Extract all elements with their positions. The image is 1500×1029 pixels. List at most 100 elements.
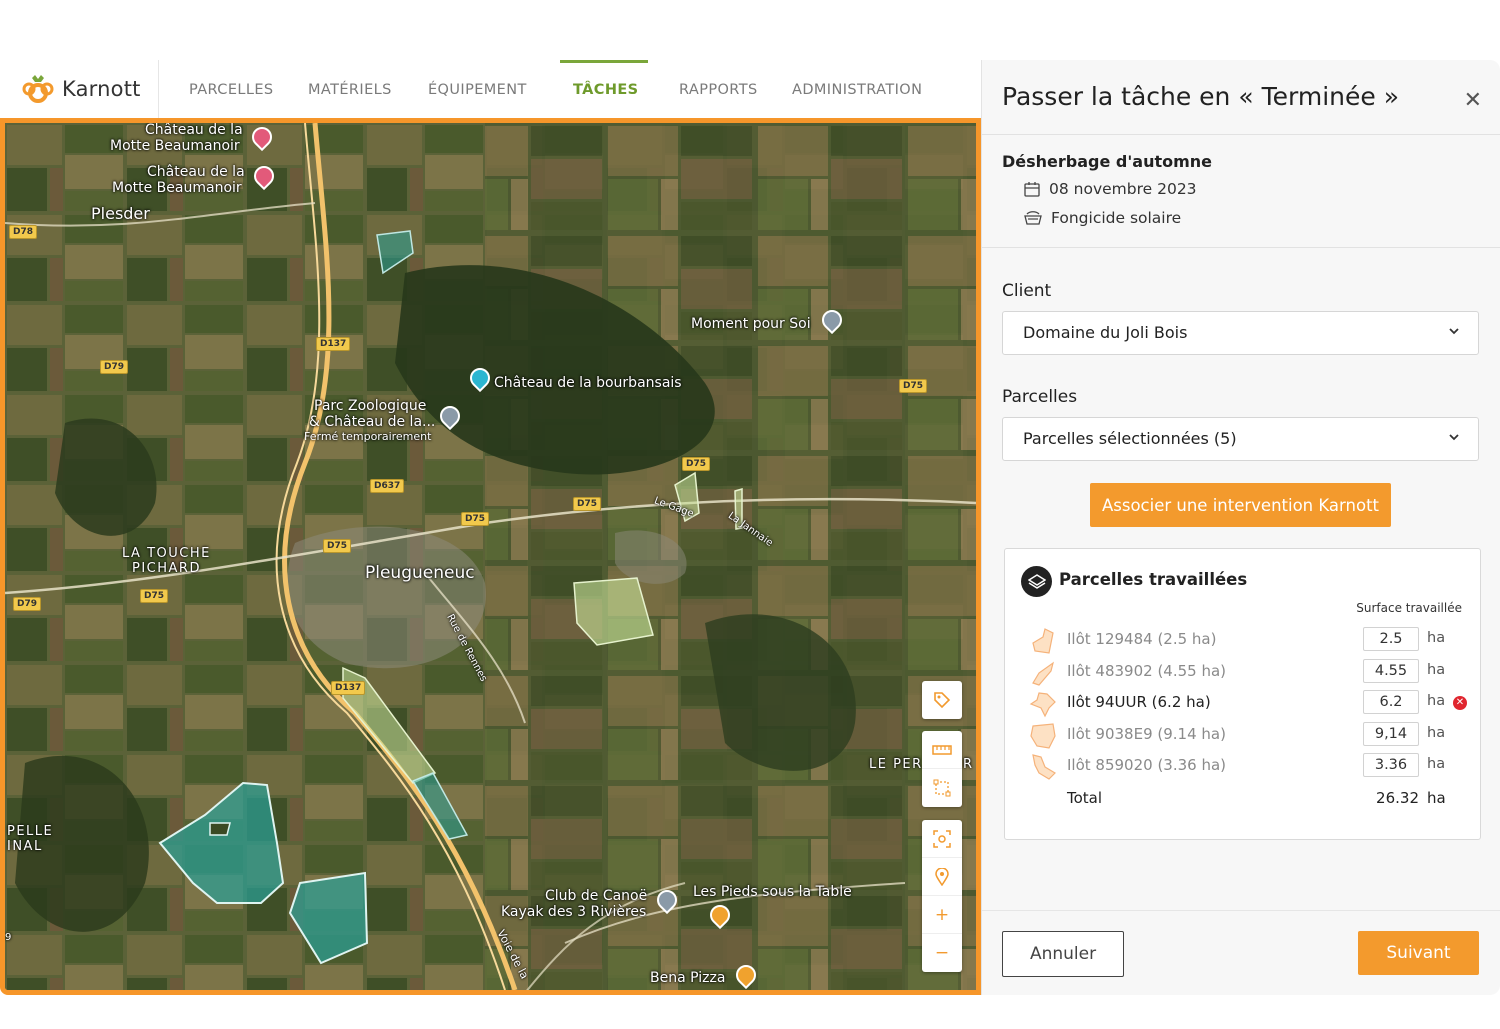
cancel-button[interactable]: Annuler [1002,931,1124,977]
surface-input[interactable]: 6.2 [1363,690,1419,714]
surface-input[interactable]: 4.55 [1363,659,1419,683]
road-label: D75 [573,497,601,511]
surface-unit: ha [1427,725,1446,741]
road-label: D75 [682,457,710,471]
parcel-shape-icon [1032,754,1056,780]
parcel-name: Ilôt 483902 (4.55 ha) [1067,662,1227,680]
next-button[interactable]: Suivant [1358,931,1479,975]
zoom-in-icon[interactable]: + [922,896,962,934]
associate-intervention-button[interactable]: Associer une intervention Karnott [1090,483,1391,527]
parcel-name: Ilôt 9038E9 (9.14 ha) [1067,725,1226,743]
place-label: Club de Canoë [545,888,648,904]
tab-administration[interactable]: ADMINISTRATION [792,82,922,98]
satellite-map[interactable]: D78 D137 D79 D75 D75 D637 D75 D75 D75 D7… [0,118,981,995]
road-label: D78 [9,225,37,239]
karnott-logo-icon [22,75,54,103]
surface-column-header: Surface travaillée [1356,601,1462,615]
place-label: Château de la bourbansais [494,375,682,391]
client-select[interactable]: Domaine du Joli Bois [1002,311,1479,355]
place-label: PICHARD [132,561,201,576]
brand-name: Karnott [62,77,141,101]
place-label: Fermé temporairement [304,430,432,443]
tab-equipement[interactable]: ÉQUIPEMENT [428,82,527,98]
tab-materiels[interactable]: MATÉRIELS [308,82,392,98]
parcels-label: Parcelles [1002,387,1078,407]
road-label: D75 [140,589,168,603]
tag-control[interactable] [922,681,962,719]
close-icon[interactable]: ✕ [1464,88,1482,113]
place-label: INAL [7,839,43,854]
divider [982,247,1500,248]
parcel-shape-icon [1032,628,1054,654]
road-label: D79 [100,360,128,374]
place-label: Les Pieds sous la Table [693,884,852,900]
parcel-shape-icon [1032,661,1054,686]
surface-input[interactable]: 3.36 [1363,753,1419,777]
parcel-name: Ilôt 859020 (3.36 ha) [1067,756,1227,774]
place-label: 9 [5,932,12,943]
chevron-down-icon [1449,328,1459,335]
place-label: & Château de la... [309,414,436,430]
parcel-shape-icon [1029,692,1056,718]
road-label: D137 [316,337,351,351]
location-pin-icon[interactable] [922,858,962,896]
surface-unit: ha [1427,693,1446,709]
surface-unit: ha [1427,662,1446,678]
place-label: Moment pour Soi [691,316,811,332]
place-label: LA TOUCHE [122,546,211,561]
task-product: Fongicide solaire [1024,209,1181,227]
place-label: Château de la [147,164,245,180]
task-date-value: 08 novembre 2023 [1049,180,1197,198]
error-icon: ✕ [1453,696,1467,710]
parcel-row-selected: Ilôt 94UUR (6.2 ha) 6.2 ha ✕ [1005,688,1482,718]
parcels-select[interactable]: Parcelles sélectionnées (5) [1002,417,1479,461]
place-label: Parc Zoologique [314,398,427,414]
top-navigation: Karnott PARCELLES MATÉRIELS ÉQUIPEMENT T… [0,60,980,120]
client-label: Client [1002,281,1052,301]
parcel-name: Ilôt 129484 (2.5 ha) [1067,630,1217,648]
nav-divider [158,60,159,120]
divider [982,134,1500,135]
place-label: Plesder [91,204,150,223]
chevron-down-icon [1449,434,1459,441]
task-name: Désherbage d'automne [1002,152,1213,171]
product-icon [1024,211,1042,225]
parcel-row: Ilôt 859020 (3.36 ha) 3.36 ha [1005,751,1482,781]
area-select-icon[interactable] [922,769,962,807]
panel-title: Passer la tâche en « Terminée » [1002,82,1399,111]
place-label: Pleugueneuc [365,563,475,583]
tab-taches[interactable]: TÂCHES [573,82,639,98]
ruler-icon[interactable] [922,731,962,769]
surface-unit: ha [1427,756,1446,772]
parcel-row: Ilôt 483902 (4.55 ha) 4.55 ha [1005,657,1482,687]
place-label: Château de la [145,122,243,138]
worked-parcels-title: Parcelles travaillées [1059,570,1248,589]
surface-input[interactable]: 9,14 [1363,722,1419,746]
zoom-controls: + − [922,820,962,972]
road-label: D75 [323,539,351,553]
place-label: R [963,757,973,772]
active-tab-indicator [560,60,648,63]
tab-parcelles[interactable]: PARCELLES [189,82,274,98]
place-label: Kayak des 3 Rivières [501,904,647,920]
layers-icon [1021,566,1052,597]
brand-logo[interactable]: Karnott [22,74,141,104]
road-label: D75 [461,512,489,526]
zoom-out-icon[interactable]: − [922,934,962,972]
place-label: Motte Beaumanoir [112,180,242,196]
tab-rapports[interactable]: RAPPORTS [679,82,758,98]
calendar-icon [1024,181,1040,197]
total-value: 26.32 [1376,789,1419,807]
tag-icon[interactable] [922,681,962,719]
parcel-row: Ilôt 129484 (2.5 ha) 2.5 ha [1005,625,1482,655]
parcel-row: Ilôt 9038E9 (9.14 ha) 9,14 ha [1005,720,1482,750]
road-label: D79 [13,597,41,611]
road-label: D137 [331,681,366,695]
focus-icon[interactable] [922,820,962,858]
surface-input[interactable]: 2.5 [1363,627,1419,651]
task-date: 08 novembre 2023 [1024,180,1197,198]
parcel-name: Ilôt 94UUR (6.2 ha) [1067,693,1211,711]
footer-divider [982,910,1500,911]
complete-task-panel: Passer la tâche en « Terminée » ✕ Désher… [981,60,1500,995]
measure-controls [922,731,962,807]
